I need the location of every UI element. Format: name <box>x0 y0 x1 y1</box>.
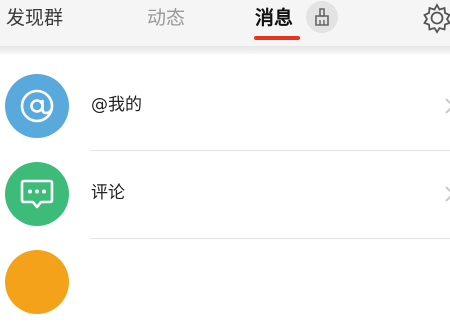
list-item-label: @我的 <box>91 95 142 115</box>
list-item-label: 评论 <box>91 183 125 203</box>
list-item-avatar <box>5 250 69 314</box>
settings-button[interactable] <box>420 2 450 38</box>
list-item-mentions[interactable]: @我的 <box>0 62 450 150</box>
active-tab-indicator <box>254 36 300 40</box>
mentions-avatar <box>5 74 69 138</box>
clean-messages-button[interactable] <box>306 1 338 33</box>
chevron-right-icon <box>444 97 450 115</box>
at-sign-icon <box>20 89 54 123</box>
tab-discover-groups[interactable]: 发现群 <box>6 5 63 31</box>
chat-bubble-icon <box>20 179 54 209</box>
broom-icon <box>315 8 329 26</box>
tab-feed[interactable]: 动态 <box>147 5 185 31</box>
header-shadow <box>0 46 450 54</box>
chevron-right-icon <box>444 185 450 203</box>
comments-avatar <box>5 162 69 226</box>
top-tab-bar: 发现群 动态 消息 <box>0 0 450 46</box>
list-item-comments[interactable]: 评论 <box>0 150 450 238</box>
gear-icon <box>423 3 450 34</box>
list-item-partial[interactable] <box>0 238 450 326</box>
tab-messages[interactable]: 消息 <box>255 5 293 31</box>
